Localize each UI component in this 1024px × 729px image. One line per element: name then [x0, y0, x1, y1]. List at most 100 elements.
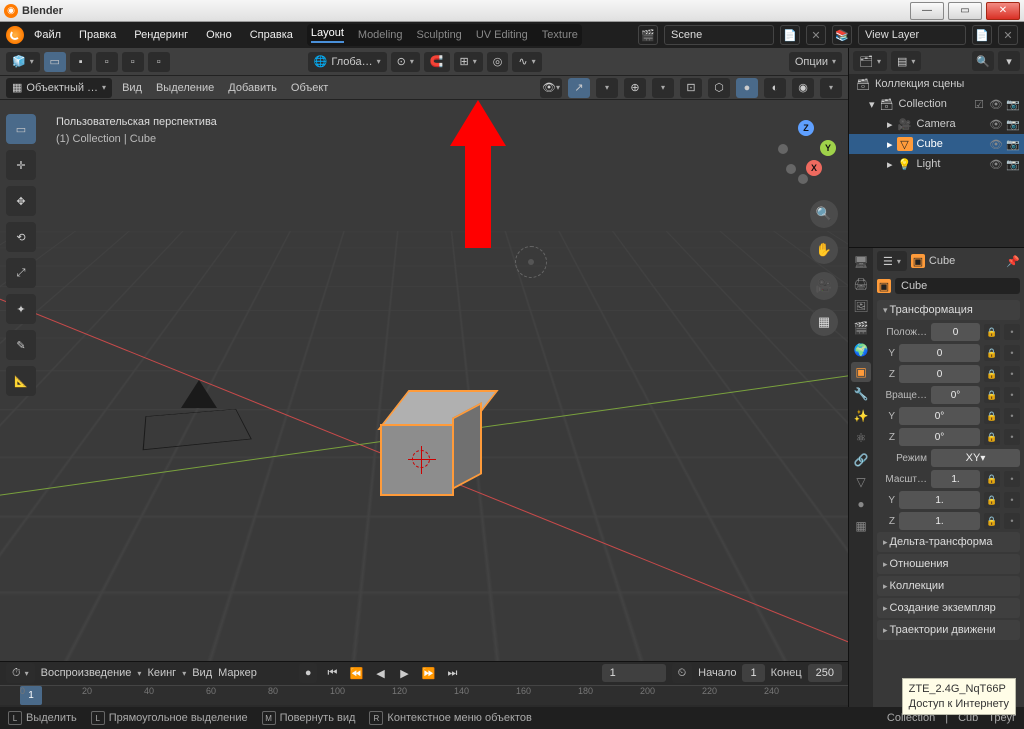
prop-tab-constraints[interactable]: 🔗: [851, 450, 871, 470]
render-toggle[interactable]: 📷: [1006, 138, 1020, 151]
timeline-editor-type[interactable]: ⏱ ▾: [6, 663, 35, 683]
visibility-dropdown-icon[interactable]: 👁 ▾: [540, 78, 562, 98]
select-tool-icon[interactable]: ▭: [44, 52, 66, 72]
render-toggle[interactable]: 📷: [1006, 98, 1020, 111]
more-icon[interactable]: •: [1004, 387, 1020, 403]
outliner-display-dropdown[interactable]: ▤ ▾: [891, 51, 921, 71]
jump-end-icon[interactable]: ⏭: [443, 664, 461, 682]
axis-y-icon[interactable]: Y: [820, 140, 836, 156]
axis-z-icon[interactable]: Z: [798, 120, 814, 136]
render-toggle[interactable]: 📷: [1006, 118, 1020, 131]
outliner-item-light[interactable]: ▸💡 Light 👁📷: [849, 154, 1024, 174]
rot-y-field[interactable]: 0°: [899, 407, 980, 425]
loc-y-field[interactable]: 0: [899, 344, 980, 362]
camera-view-icon[interactable]: 🎥: [810, 272, 838, 300]
prop-tab-data[interactable]: ▽: [851, 472, 871, 492]
autokey-toggle[interactable]: ●: [299, 663, 318, 683]
loc-x-field[interactable]: 0: [931, 323, 980, 341]
tool-transform[interactable]: ✦: [6, 294, 36, 324]
outliner-filter-icon[interactable]: ▾: [998, 51, 1020, 71]
overlay-toggle-icon[interactable]: ⊕: [624, 78, 646, 98]
more-icon[interactable]: •: [1004, 324, 1020, 340]
outliner-scene-collection[interactable]: 🗃 Коллекция сцены: [849, 74, 1024, 94]
panel-motion[interactable]: Траектории движени: [877, 620, 1020, 640]
editor-type-dropdown[interactable]: 🧊 ▾: [6, 52, 40, 72]
timeline-marker[interactable]: Маркер: [218, 667, 257, 679]
tool-cursor[interactable]: ✛: [6, 150, 36, 180]
more-icon[interactable]: •: [1004, 345, 1020, 361]
lock-icon[interactable]: 🔒: [984, 324, 1000, 340]
axis-neg-icon[interactable]: [778, 144, 788, 154]
lock-icon[interactable]: 🔒: [984, 387, 1000, 403]
xray-toggle-icon[interactable]: ⊡: [680, 78, 702, 98]
visibility-toggle[interactable]: 👁: [989, 138, 1003, 151]
more-icon[interactable]: •: [1004, 408, 1020, 424]
tool-annotate[interactable]: ✎: [6, 330, 36, 360]
select-mode-1-icon[interactable]: ▪: [70, 52, 92, 72]
rotation-mode-dropdown[interactable]: XY ▾: [931, 449, 1020, 467]
prop-tab-viewlayer[interactable]: 🖼: [851, 296, 871, 316]
outliner-type-dropdown[interactable]: 🗂 ▾: [853, 51, 887, 71]
lock-icon[interactable]: 🔒: [984, 429, 1000, 445]
cube-object[interactable]: [380, 390, 475, 505]
gizmo-toggle-icon[interactable]: ↗: [568, 78, 590, 98]
panel-collections[interactable]: Коллекции: [877, 576, 1020, 596]
prop-tab-physics[interactable]: ⚛: [851, 428, 871, 448]
lock-icon[interactable]: 🔒: [984, 345, 1000, 361]
lock-icon[interactable]: 🔒: [984, 366, 1000, 382]
visibility-toggle[interactable]: 👁: [989, 98, 1003, 111]
tool-select-box[interactable]: ▭: [6, 114, 36, 144]
scene-new-icon[interactable]: 📄: [780, 25, 800, 45]
prop-tab-material[interactable]: ●: [851, 494, 871, 514]
more-icon[interactable]: •: [1004, 366, 1020, 382]
prop-tab-object[interactable]: ▣: [851, 362, 871, 382]
tab-modeling[interactable]: Modeling: [358, 29, 403, 41]
tool-measure[interactable]: 📐: [6, 366, 36, 396]
timeline-playback[interactable]: Воспроизведение: [41, 667, 132, 679]
options-dropdown[interactable]: Опции ▾: [789, 52, 842, 72]
proportional-type-dropdown[interactable]: ∿ ▾: [512, 52, 541, 72]
perspective-toggle-icon[interactable]: ▦: [810, 308, 838, 336]
gizmo-dropdown-icon[interactable]: ▾: [596, 78, 618, 98]
scene-delete-icon[interactable]: ✕: [806, 25, 826, 45]
tab-uvediting[interactable]: UV Editing: [476, 29, 528, 41]
pan-icon[interactable]: ✋: [810, 236, 838, 264]
tool-move[interactable]: ✥: [6, 186, 36, 216]
tab-layout[interactable]: Layout: [311, 27, 344, 43]
visibility-toggle[interactable]: 👁: [989, 118, 1003, 131]
prop-tab-texture[interactable]: ▦: [851, 516, 871, 536]
scale-y-field[interactable]: 1.: [899, 491, 980, 509]
scale-z-field[interactable]: 1.: [899, 512, 980, 530]
axis-neg-icon[interactable]: [798, 174, 808, 184]
play-icon[interactable]: ▶: [395, 664, 413, 682]
overlay-dropdown-icon[interactable]: ▾: [652, 78, 674, 98]
panel-delta[interactable]: Дельта-трансформа: [877, 532, 1020, 552]
pivot-dropdown[interactable]: ⊙ ▾: [391, 52, 420, 72]
timeline-ruler[interactable]: 1 020406080100120140160180200220240: [0, 685, 848, 705]
outliner-collection[interactable]: ▾ 🗃 Collection ☑👁📷: [849, 94, 1024, 114]
camera-object[interactable]: [145, 380, 245, 452]
tool-rotate[interactable]: ⟲: [6, 222, 36, 252]
lock-icon[interactable]: 🔒: [984, 408, 1000, 424]
menu-window[interactable]: Окно: [198, 29, 240, 41]
visibility-toggle[interactable]: 👁: [989, 158, 1003, 171]
rot-x-field[interactable]: 0°: [931, 386, 980, 404]
proportional-toggle[interactable]: ◎: [487, 52, 509, 72]
submenu-object[interactable]: Объект: [287, 82, 332, 94]
frame-start-field[interactable]: 1: [742, 664, 764, 682]
snap-toggle[interactable]: 🧲: [424, 52, 450, 72]
pin-icon[interactable]: 📌: [1006, 255, 1020, 268]
menu-file[interactable]: Файл: [26, 29, 69, 41]
panel-transform[interactable]: Трансформация: [877, 300, 1020, 320]
prop-tab-render[interactable]: 🖥: [851, 252, 871, 272]
tool-scale[interactable]: ⤢: [6, 258, 36, 288]
prop-tab-output[interactable]: 🖨: [851, 274, 871, 294]
shading-rendered-icon[interactable]: ◉: [792, 78, 814, 98]
zoom-icon[interactable]: 🔍: [810, 200, 838, 228]
properties-type-dropdown[interactable]: ☰ ▾: [877, 251, 907, 271]
navigation-gizmo[interactable]: Z Y X: [776, 122, 836, 182]
lock-icon[interactable]: 🔒: [984, 513, 1000, 529]
mode-dropdown[interactable]: ▦ Объектный … ▾: [6, 78, 112, 98]
scene-browse-icon[interactable]: 🎬: [638, 25, 658, 45]
prop-tab-particles[interactable]: ✨: [851, 406, 871, 426]
